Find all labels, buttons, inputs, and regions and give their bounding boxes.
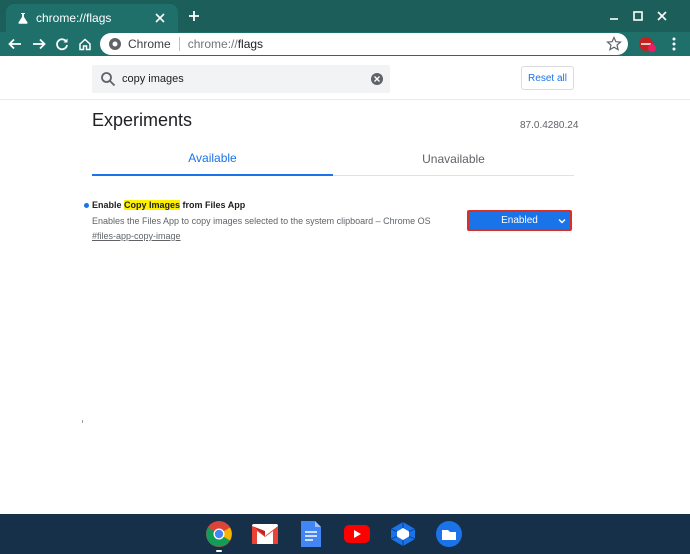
files-icon[interactable] <box>434 519 464 549</box>
search-highlight: Copy Images <box>124 200 181 210</box>
flag-entry: Enable Copy Images from Files App Enable… <box>84 200 574 260</box>
flask-icon <box>16 11 30 25</box>
home-icon[interactable] <box>76 35 94 53</box>
url-host: flags <box>237 37 264 51</box>
youtube-icon[interactable] <box>342 519 372 549</box>
modified-indicator <box>84 203 89 208</box>
flag-description: Enables the Files App to copy images sel… <box>92 216 431 226</box>
reset-all-button[interactable]: Reset all <box>521 66 574 90</box>
flags-header: Reset all <box>0 56 690 100</box>
new-tab-icon[interactable] <box>186 8 202 24</box>
site-chip: Chrome <box>128 37 171 51</box>
tab-unavailable[interactable]: Unavailable <box>333 142 574 176</box>
browser-toolbar: Chrome chrome:// flags <box>0 32 690 56</box>
omnibox-divider <box>178 37 180 51</box>
minimize-icon[interactable] <box>606 8 622 24</box>
reload-icon[interactable] <box>53 35 71 53</box>
browser-tab[interactable]: chrome://flags <box>6 4 178 32</box>
tab-available[interactable]: Available <box>92 142 333 176</box>
address-bar[interactable]: Chrome chrome:// flags <box>100 33 628 55</box>
search-input[interactable] <box>122 73 352 85</box>
tab-title: chrome://flags <box>36 11 112 25</box>
bookmark-star-icon[interactable] <box>606 36 622 52</box>
flag-state-select[interactable]: Enabled <box>467 210 572 231</box>
flags-tabs: Available Unavailable <box>92 142 574 176</box>
close-window-icon[interactable] <box>654 8 670 24</box>
flag-state-value: Enabled <box>501 215 538 226</box>
flag-name-prefix: Enable <box>92 200 125 210</box>
back-icon[interactable] <box>6 35 24 53</box>
clear-search-icon[interactable] <box>370 72 384 86</box>
profile-avatar-icon[interactable] <box>636 35 658 53</box>
close-tab-icon[interactable] <box>152 10 168 26</box>
chrome-site-icon <box>109 38 121 50</box>
chrome-icon[interactable] <box>204 519 234 549</box>
maximize-icon[interactable] <box>630 8 646 24</box>
flag-name-suffix: from Files App <box>180 200 246 210</box>
chromeos-shelf <box>0 514 690 554</box>
running-indicator <box>216 550 222 552</box>
title-bar: chrome://flags <box>0 0 690 32</box>
search-icon <box>101 72 116 87</box>
cursor-mark <box>82 420 83 423</box>
gmail-icon[interactable] <box>250 519 280 549</box>
flag-name: Enable Copy Images from Files App <box>92 200 245 210</box>
url-scheme: chrome:// <box>187 37 238 51</box>
page-title: Experiments <box>92 110 193 130</box>
chevron-down-icon <box>558 219 566 224</box>
play-console-icon[interactable] <box>388 519 418 549</box>
flags-page: Reset all Experiments 87.0.4280.24 Avail… <box>0 56 690 514</box>
flag-permalink[interactable]: #files-app-copy-image <box>92 231 181 241</box>
version-label: 87.0.4280.24 <box>520 120 579 131</box>
search-box[interactable] <box>92 65 390 93</box>
more-menu-icon[interactable] <box>666 35 682 53</box>
docs-icon[interactable] <box>296 519 326 549</box>
forward-icon[interactable] <box>30 35 48 53</box>
